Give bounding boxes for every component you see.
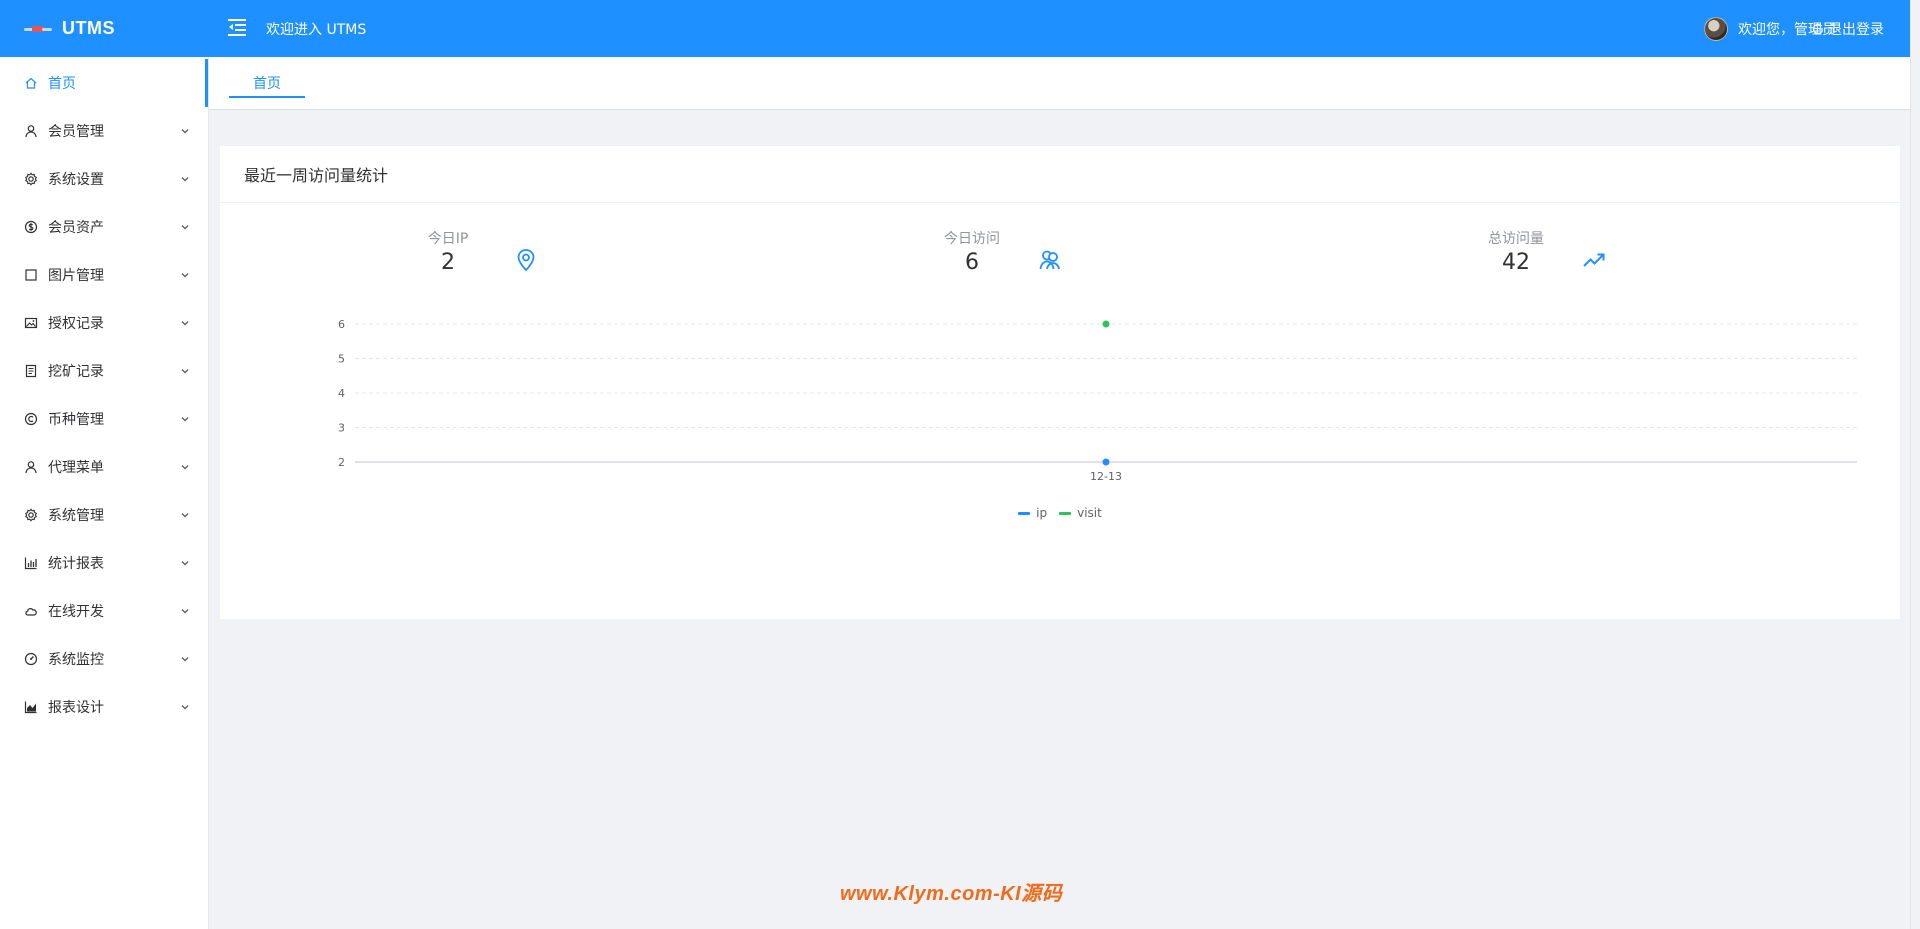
area-chart-icon [24, 701, 37, 714]
sidebar-item-label: 币种管理 [48, 412, 104, 428]
sidebar-item[interactable]: 授权记录 [0, 299, 208, 347]
sidebar-item[interactable]: 报表设计 [0, 683, 208, 731]
square-icon [25, 269, 37, 281]
sidebar-item-label: 统计报表 [48, 556, 104, 572]
sidebar: 首页会员管理系统设置会员资产图片管理授权记录挖矿记录币种管理代理菜单系统管理统计… [0, 57, 209, 929]
copyright-icon [24, 412, 38, 426]
tab-label: 首页 [253, 76, 281, 92]
user-icon [25, 461, 37, 474]
legend-item-ip[interactable]: ip [1018, 506, 1047, 520]
y-tick-label: 6 [338, 318, 345, 331]
legend-swatch [1018, 511, 1031, 515]
avatar[interactable] [1704, 16, 1728, 41]
sidebar-item-label: 挖矿记录 [48, 364, 104, 380]
data-point-visit [1102, 320, 1110, 328]
y-tick-label: 5 [338, 353, 345, 366]
user-icon [25, 125, 37, 138]
sidebar-item[interactable]: 系统管理 [0, 491, 208, 539]
sidebar-item[interactable]: 币种管理 [0, 395, 208, 443]
chevron-down-icon [181, 513, 189, 518]
sidebar-item-label: 代理菜单 [48, 460, 104, 476]
y-tick-label: 4 [338, 387, 345, 400]
tab-bar: 首页 [209, 57, 1910, 110]
sidebar-item-label: 系统设置 [48, 172, 104, 188]
menu-fold-icon[interactable] [226, 16, 248, 38]
tab-home[interactable]: 首页 [229, 69, 305, 98]
document-icon [25, 364, 37, 378]
sidebar-item[interactable]: 会员资产 [0, 203, 208, 251]
logout-icon [1812, 23, 1824, 34]
gauge-icon [24, 652, 38, 666]
logout-button[interactable]: 退出登录 [1812, 0, 1884, 57]
legend-item-visit[interactable]: visit [1059, 506, 1102, 520]
bar-chart-icon [24, 557, 37, 570]
sidebar-item[interactable]: 统计报表 [0, 539, 208, 587]
sidebar-item[interactable]: 系统监控 [0, 635, 208, 683]
watermark-text: www.Klym.com-KI源码 [840, 883, 1063, 905]
app-title: UTMS [62, 18, 115, 38]
sidebar-item-label: 会员管理 [48, 124, 104, 140]
chevron-down-icon [181, 177, 189, 182]
chevron-down-icon [181, 273, 189, 278]
y-tick-label: 3 [338, 422, 345, 435]
chevron-down-icon [181, 609, 189, 614]
sidebar-item[interactable]: 会员管理 [0, 107, 208, 155]
gear-icon [24, 508, 38, 522]
logout-label: 退出登录 [1828, 21, 1884, 38]
data-point-ip [1102, 458, 1110, 466]
sidebar-item-label: 在线开发 [48, 604, 104, 620]
y-tick-label: 2 [338, 456, 345, 469]
chevron-down-icon [181, 129, 189, 134]
home-icon [25, 77, 37, 89]
chevron-down-icon [181, 657, 189, 662]
chevron-down-icon [181, 465, 189, 470]
logo-mark-icon [24, 22, 52, 36]
page-scrollbar[interactable] [1910, 0, 1920, 929]
gear-icon [24, 172, 38, 186]
legend-label: visit [1077, 506, 1102, 520]
sidebar-item[interactable]: 系统设置 [0, 155, 208, 203]
sidebar-item-label: 图片管理 [48, 268, 104, 284]
legend-label: ip [1036, 506, 1048, 520]
top-header: UTMS 欢迎进入 UTMS 欢迎您，管理员 退出登录 [0, 0, 1910, 57]
chevron-down-icon [181, 705, 189, 710]
sidebar-item-label: 系统监控 [48, 652, 104, 668]
welcome-text: 欢迎进入 UTMS [266, 22, 367, 38]
chart-legend: ip visit [220, 506, 1900, 520]
chevron-down-icon [181, 417, 189, 422]
picture-icon [24, 317, 38, 329]
visit-stats-card: 最近一周访问量统计 今日IP 2 今日访问 6 总访问量 42 2 3 4 5 6 12-… [220, 146, 1900, 619]
sidebar-item-label: 授权记录 [48, 316, 104, 332]
chevron-down-icon [181, 321, 189, 326]
sidebar-item-label: 报表设计 [48, 700, 104, 716]
chevron-down-icon [181, 369, 189, 374]
visit-line-chart: 2 3 4 5 6 12-13 [338, 318, 1857, 483]
sidebar-item[interactable]: 首页 [0, 59, 208, 107]
sidebar-item[interactable]: 挖矿记录 [0, 347, 208, 395]
sidebar-item[interactable]: 在线开发 [0, 587, 208, 635]
sidebar-item-label: 会员资产 [48, 220, 104, 236]
x-tick-label: 12-13 [1090, 470, 1122, 483]
sidebar-item[interactable]: 代理菜单 [0, 443, 208, 491]
sidebar-item[interactable]: 图片管理 [0, 251, 208, 299]
cloud-icon [25, 608, 37, 616]
sidebar-item-label: 首页 [48, 76, 76, 92]
app-logo[interactable]: UTMS [24, 0, 115, 57]
sidebar-item-label: 系统管理 [48, 508, 104, 524]
chevron-down-icon [181, 561, 189, 566]
dollar-icon [24, 220, 38, 234]
legend-swatch [1059, 511, 1072, 515]
chevron-down-icon [181, 225, 189, 230]
